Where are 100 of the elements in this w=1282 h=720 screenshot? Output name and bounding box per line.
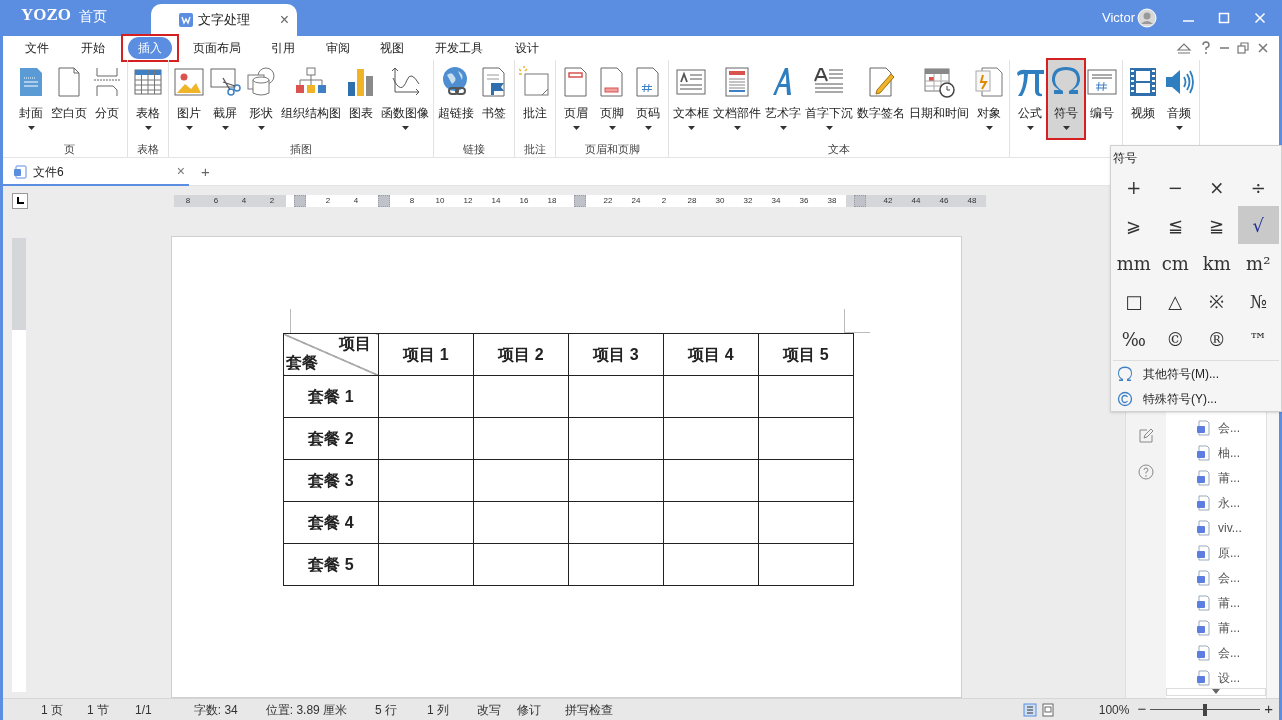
menu-item[interactable]: 其他符号(M)... (1111, 361, 1281, 386)
ribbon-button[interactable]: 图表 (343, 60, 379, 138)
symbol-button[interactable]: ≧ (1196, 206, 1238, 244)
ribbon-button[interactable]: 形状 (243, 60, 279, 138)
document-icon (1196, 444, 1210, 461)
ribbon-button[interactable]: 艺术字 (763, 60, 803, 138)
symbol-button[interactable]: √ (1237, 206, 1279, 244)
tab-title: 文字处理 (198, 11, 251, 30)
ribbon-button[interactable]: 截屏 (207, 60, 243, 138)
symbol-button[interactable]: ‰ (1113, 320, 1155, 358)
file-list-item[interactable]: 柚... (1196, 440, 1266, 465)
ribbon-button[interactable]: 超链接 (436, 60, 476, 138)
ribbon-button[interactable]: 对象 (971, 60, 1007, 138)
ribbon-button[interactable]: 空白页 (49, 60, 89, 138)
ribbon-button[interactable]: 封面 (13, 60, 49, 138)
ribbon-button[interactable]: 组织结构图 (279, 60, 343, 138)
menu-tab[interactable]: 视图 (365, 37, 419, 59)
table-cell: 项目 4 (663, 333, 759, 376)
close-tab-button[interactable]: × (176, 161, 185, 182)
file-list-item[interactable]: 莆... (1196, 465, 1266, 490)
symbol-button[interactable]: △ (1154, 282, 1196, 320)
ribbon-button[interactable]: 日期和时间 (907, 60, 971, 138)
tab-stop-button[interactable] (12, 193, 28, 209)
file-list-item[interactable]: 原... (1196, 540, 1266, 565)
numbering-icon (1086, 66, 1118, 98)
slider-thumb[interactable] (1203, 703, 1208, 716)
ribbon-button[interactable]: 页码 (630, 60, 666, 138)
symbol-button[interactable]: ™ (1237, 320, 1279, 358)
ribbon-button[interactable]: 函数图像 (379, 60, 431, 138)
symbol-button[interactable]: ® (1196, 320, 1238, 358)
ribbon-button[interactable]: 公式 (1012, 60, 1048, 138)
symbol-button[interactable]: ≦ (1154, 206, 1196, 244)
file-list-item[interactable]: 永... (1196, 490, 1266, 515)
caret-icon (572, 126, 580, 130)
omega-icon (1117, 365, 1133, 382)
symbol-button[interactable]: km (1196, 244, 1238, 282)
menu-tab[interactable]: 开发工具 (419, 37, 499, 59)
file-list-item[interactable]: 设... (1196, 665, 1266, 690)
new-tab-button[interactable]: + (201, 161, 210, 184)
menu-tab[interactable]: 审阅 (311, 37, 365, 59)
status-text: 拼写检查 (565, 701, 614, 719)
symbol-button[interactable]: ÷ (1237, 168, 1279, 206)
symbol-button[interactable]: + (1113, 168, 1155, 206)
menu-tab[interactable]: 页面布局 (179, 37, 255, 59)
ribbon-button[interactable]: 分页 (89, 60, 125, 138)
menu-tab[interactable]: 文件 (9, 37, 65, 59)
zoom-in-button[interactable]: + (1264, 698, 1273, 720)
ribbon-button[interactable]: 页脚 (594, 60, 630, 138)
symbol-button[interactable]: m² (1237, 244, 1279, 282)
ruler-number: 28 (687, 197, 697, 205)
ribbon-button[interactable]: 图片 (171, 60, 207, 138)
ribbon-button[interactable]: 音频 (1161, 60, 1197, 138)
menu-item[interactable]: 特殊符号(Y)... (1111, 386, 1281, 411)
scissors-icon (209, 66, 241, 98)
file-list-item[interactable]: 会... (1196, 565, 1266, 590)
document-icon (13, 164, 27, 179)
menu-tab[interactable]: 开始 (65, 37, 121, 59)
file-list-item[interactable]: viv... (1196, 515, 1266, 540)
menu-tab[interactable]: 设计 (499, 37, 555, 59)
ribbon-button[interactable]: 书签 (476, 60, 512, 138)
file-list-item[interactable]: 会... (1196, 640, 1266, 665)
symbol-button[interactable]: mm (1113, 244, 1155, 282)
ribbon-button[interactable]: 文本框 (671, 60, 711, 138)
file-list-item[interactable]: 会... (1196, 415, 1266, 440)
menu-tab[interactable]: 引用 (255, 37, 311, 59)
symbol-button[interactable]: − (1154, 168, 1196, 206)
ruler-marker[interactable] (294, 195, 306, 207)
ruler-marker[interactable] (378, 195, 390, 207)
ribbon-button[interactable]: 符号 (1048, 60, 1084, 138)
zoom-out-button[interactable]: − (1137, 698, 1147, 720)
file-list-item[interactable]: 莆... (1196, 590, 1266, 615)
table-cell: 项目 1 (378, 333, 474, 376)
ribbon-button[interactable]: 表格 (130, 60, 166, 138)
status-text: 位置: 3.89 厘米 (265, 701, 348, 719)
ruler-marker[interactable] (854, 195, 866, 207)
ruler-number: 12 (463, 197, 473, 205)
ruler-marker[interactable] (574, 195, 586, 207)
ribbon-button[interactable]: 数字签名 (855, 60, 907, 138)
symbol-button[interactable]: □ (1113, 282, 1155, 320)
ribbon-button[interactable]: 页眉 (558, 60, 594, 138)
symbol-button[interactable]: ⩾ (1113, 206, 1155, 244)
ribbon-button[interactable]: 批注 (517, 60, 553, 138)
caret-icon (401, 126, 409, 130)
close-tab-button[interactable]: × (279, 8, 290, 32)
comment-icon (519, 66, 551, 98)
scroll-down-button[interactable] (1166, 688, 1266, 696)
symbol-button[interactable]: × (1196, 168, 1238, 206)
ribbon-button[interactable]: 首字下沉 (803, 60, 855, 138)
symbol-button[interactable]: cm (1154, 244, 1196, 282)
ruler-number: 38 (827, 197, 837, 205)
symbol-button[interactable]: © (1154, 320, 1196, 358)
document-tab[interactable]: 文字处理 × (151, 4, 298, 36)
ribbon-button[interactable]: 文档部件 (711, 60, 763, 138)
ribbon-button[interactable]: 编号 (1084, 60, 1120, 138)
shapes-icon (245, 66, 277, 98)
collapse-ribbon-icon (1176, 42, 1192, 54)
file-list-item[interactable]: 莆... (1196, 615, 1266, 640)
symbol-button[interactable]: № (1237, 282, 1279, 320)
ribbon-button[interactable]: 视频 (1125, 60, 1161, 138)
symbol-button[interactable]: ※ (1196, 282, 1238, 320)
